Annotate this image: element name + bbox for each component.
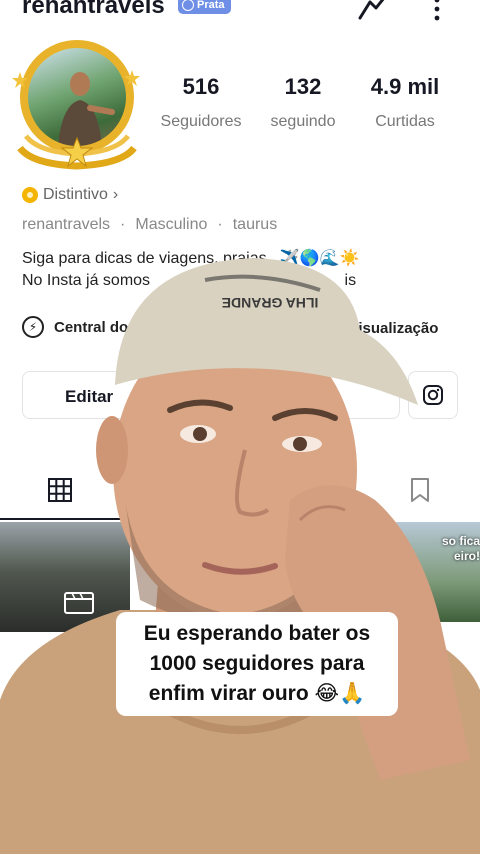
svg-text:ILHA GRANDE: ILHA GRANDE [222,295,319,311]
caption-line-3: enfim virar ouro 😂🙏 [148,682,366,705]
person-overlay: ILHA GRANDE [0,258,480,854]
caption-line-1: Eu esperando bater os [143,622,371,645]
caption-line-2: 1000 seguidores para [149,652,365,675]
video-caption: Eu esperando bater os 1000 seguidores pa… [116,612,398,716]
